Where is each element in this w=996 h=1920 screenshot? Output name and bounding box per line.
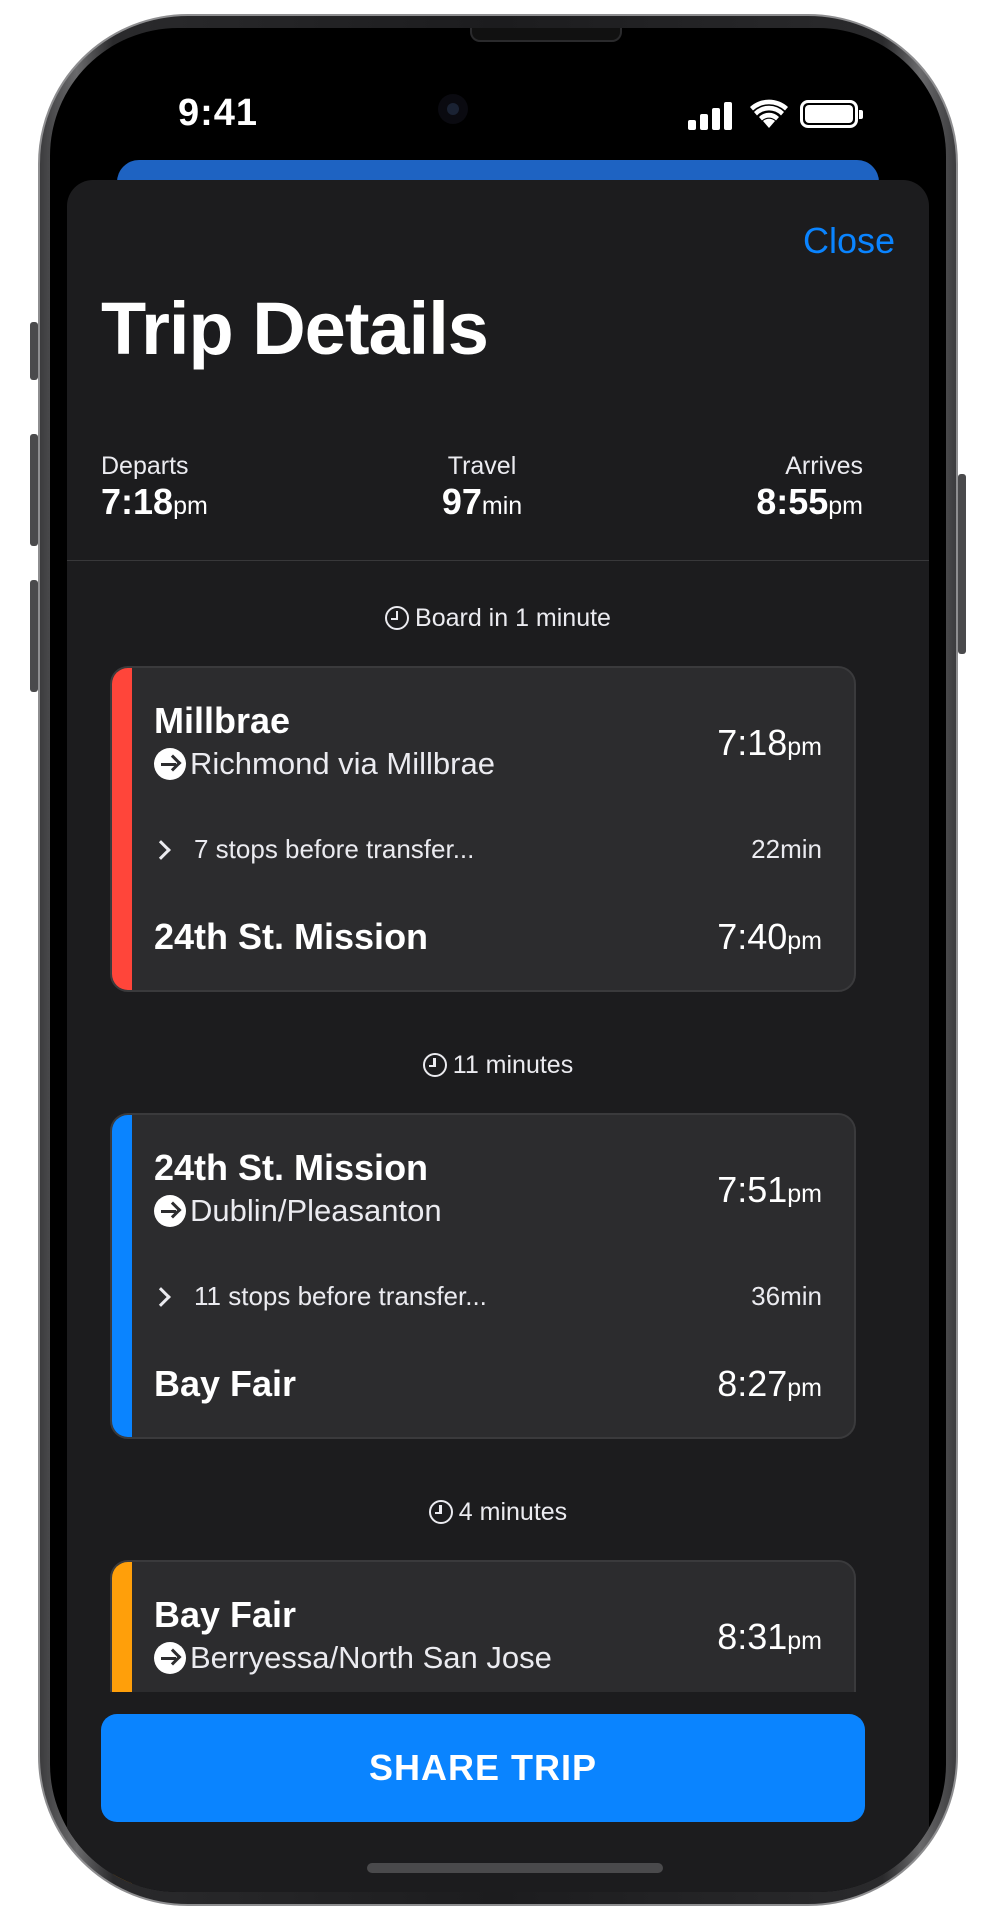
direction-text: Berryessa/North San Jose [190,1640,552,1675]
direction-text: Dublin/Pleasanton [190,1193,442,1228]
page-title: Trip Details [101,287,489,370]
depart-time-unit: pm [787,733,822,761]
wait-text: 4 minutes [458,1498,568,1526]
arrives-value: 8:55 [756,481,829,522]
home-indicator[interactable] [367,1863,663,1873]
line-color-stripe [112,668,132,990]
clock-icon [385,606,410,630]
leg-arrive-time: 8:27pm [717,1363,822,1405]
leg-direction: Berryessa/North San Jose [154,1640,552,1676]
wait-indicator: Board in 1 minute [67,604,929,633]
arrives-summary: Arrives 8:55pm [756,452,863,523]
trip-leg-card[interactable]: 24th St. Mission Dublin/Pleasanton 7:51p… [110,1113,856,1439]
leg-depart-time: 7:51pm [717,1169,822,1211]
leg-depart-time: 8:31pm [717,1616,822,1658]
arrow-circle-icon [154,1642,186,1674]
arrive-time-value: 7:40 [717,916,788,957]
depart-time-value: 7:51 [717,1169,788,1210]
travel-unit: min [481,492,523,520]
travel-value: 97 [441,481,482,522]
arrives-unit: pm [828,492,863,520]
chevron-right-icon [151,1286,171,1307]
arrow-circle-icon [154,1195,186,1227]
leg-duration: 36min [751,1281,822,1311]
leg-depart-time: 7:18pm [717,722,822,764]
cellular-signal-icon [688,100,736,130]
wifi-icon [750,99,788,128]
trip-leg-card[interactable]: Millbrae Richmond via Millbrae 7:18pm 7 … [110,666,856,992]
arrive-time-unit: pm [787,927,822,955]
camera-icon [438,94,468,124]
share-trip-button[interactable]: SHARE TRIP [101,1714,865,1822]
depart-time-value: 7:18 [717,722,788,763]
stops-text: 11 stops before transfer... [194,1281,487,1311]
wait-text: 11 minutes [452,1051,574,1079]
trip-summary: Departs 7:18pm Travel 97min Arrives 8:55… [101,452,863,536]
leg-origin: Bay Fair [154,1594,297,1635]
travel-summary: Travel 97min [101,452,863,523]
wait-text: Board in 1 minute [415,604,611,632]
volume-down-button [30,580,38,692]
leg-duration: 22min [751,834,822,864]
clock-icon [422,1053,447,1077]
battery-icon [800,100,863,128]
leg-arrive-time: 7:40pm [717,916,822,958]
line-color-stripe [112,1115,132,1437]
close-button[interactable]: Close [803,220,895,262]
leg-origin: 24th St. Mission [154,1147,429,1188]
phone-screen: 9:41 Close Trip Details Departs 7:18pm T… [50,28,946,1892]
silent-switch [30,322,38,380]
depart-time-unit: pm [787,1627,822,1655]
power-button [958,474,966,654]
arrive-time-value: 8:27 [717,1363,788,1404]
leg-destination: Bay Fair [154,1363,297,1404]
arrow-circle-icon [154,748,186,780]
summary-divider [67,560,929,561]
stops-expander[interactable]: 11 stops before transfer... [151,1281,487,1312]
leg-direction: Richmond via Millbrae [154,746,495,782]
stops-expander[interactable]: 7 stops before transfer... [151,834,475,865]
leg-direction: Dublin/Pleasanton [154,1193,442,1229]
travel-label: Travel [447,452,517,480]
clock-icon [428,1500,453,1524]
arrives-label: Arrives [785,452,863,480]
trip-details-sheet: Close Trip Details Departs 7:18pm Travel… [67,180,929,1892]
wait-indicator: 4 minutes [67,1498,929,1527]
depart-time-value: 8:31 [717,1616,788,1657]
direction-text: Richmond via Millbrae [190,746,495,781]
stops-text: 7 stops before transfer... [194,834,475,864]
chevron-right-icon [151,839,171,860]
leg-destination: 24th St. Mission [154,916,429,957]
volume-up-button [30,434,38,546]
speaker-notch [470,28,622,42]
leg-origin: Millbrae [154,700,291,741]
status-time: 9:41 [178,92,259,134]
arrive-time-unit: pm [787,1374,822,1402]
depart-time-unit: pm [787,1180,822,1208]
wait-indicator: 11 minutes [67,1051,929,1080]
